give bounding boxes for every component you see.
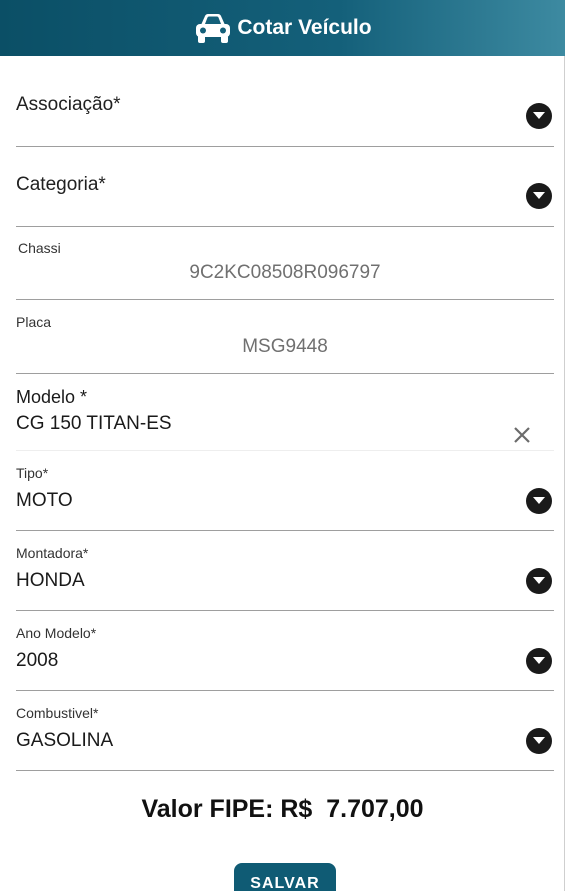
ano-modelo-value: 2008 — [16, 650, 59, 671]
montadora-label: Montadora* — [16, 545, 89, 561]
combustivel-label: Combustivel* — [16, 705, 99, 721]
chevron-down-icon[interactable] — [526, 488, 552, 514]
modelo-label: Modelo * — [16, 387, 88, 407]
chevron-down-icon[interactable] — [526, 648, 552, 674]
combustivel-select[interactable]: Combustivel* GASOLINA — [16, 703, 554, 771]
fipe-value: Valor FIPE: R$ 7.707,00 — [141, 795, 424, 823]
app-header: Cotar Veículo — [0, 0, 565, 56]
ano-modelo-label: Ano Modelo* — [16, 625, 97, 641]
page-title: Cotar Veículo — [237, 16, 372, 39]
chevron-down-icon[interactable] — [526, 103, 552, 129]
combustivel-value: GASOLINA — [16, 730, 114, 751]
tipo-label: Tipo* — [16, 465, 49, 481]
chevron-down-icon[interactable] — [526, 183, 552, 209]
close-icon[interactable] — [512, 425, 532, 445]
associacao-label: Associação* — [16, 94, 121, 115]
save-button[interactable]: SALVAR — [234, 863, 336, 891]
associacao-select[interactable]: Associação* — [16, 84, 554, 147]
categoria-select[interactable]: Categoria* — [16, 164, 554, 227]
categoria-label: Categoria* — [16, 174, 106, 195]
placa-input[interactable]: MSG9448 — [16, 336, 554, 358]
chassi-input[interactable]: 9C2KC08508R096797 — [16, 262, 554, 284]
montadora-select[interactable]: Montadora* HONDA — [16, 543, 554, 611]
chassi-field[interactable]: Chassi 9C2KC08508R096797 — [16, 238, 554, 300]
tipo-value: MOTO — [16, 490, 73, 511]
chevron-down-icon[interactable] — [526, 568, 552, 594]
car-icon — [196, 14, 231, 43]
modelo-input[interactable]: CG 150 TITAN-ES — [16, 413, 172, 435]
modelo-field[interactable]: Modelo * CG 150 TITAN-ES — [16, 386, 554, 451]
chassi-label: Chassi — [18, 240, 61, 256]
tipo-select[interactable]: Tipo* MOTO — [16, 463, 554, 531]
placa-label: Placa — [16, 314, 52, 330]
montadora-value: HONDA — [16, 570, 85, 591]
chevron-down-icon[interactable] — [526, 728, 552, 754]
placa-field[interactable]: Placa MSG9448 — [16, 312, 554, 374]
ano-modelo-select[interactable]: Ano Modelo* 2008 — [16, 623, 554, 691]
